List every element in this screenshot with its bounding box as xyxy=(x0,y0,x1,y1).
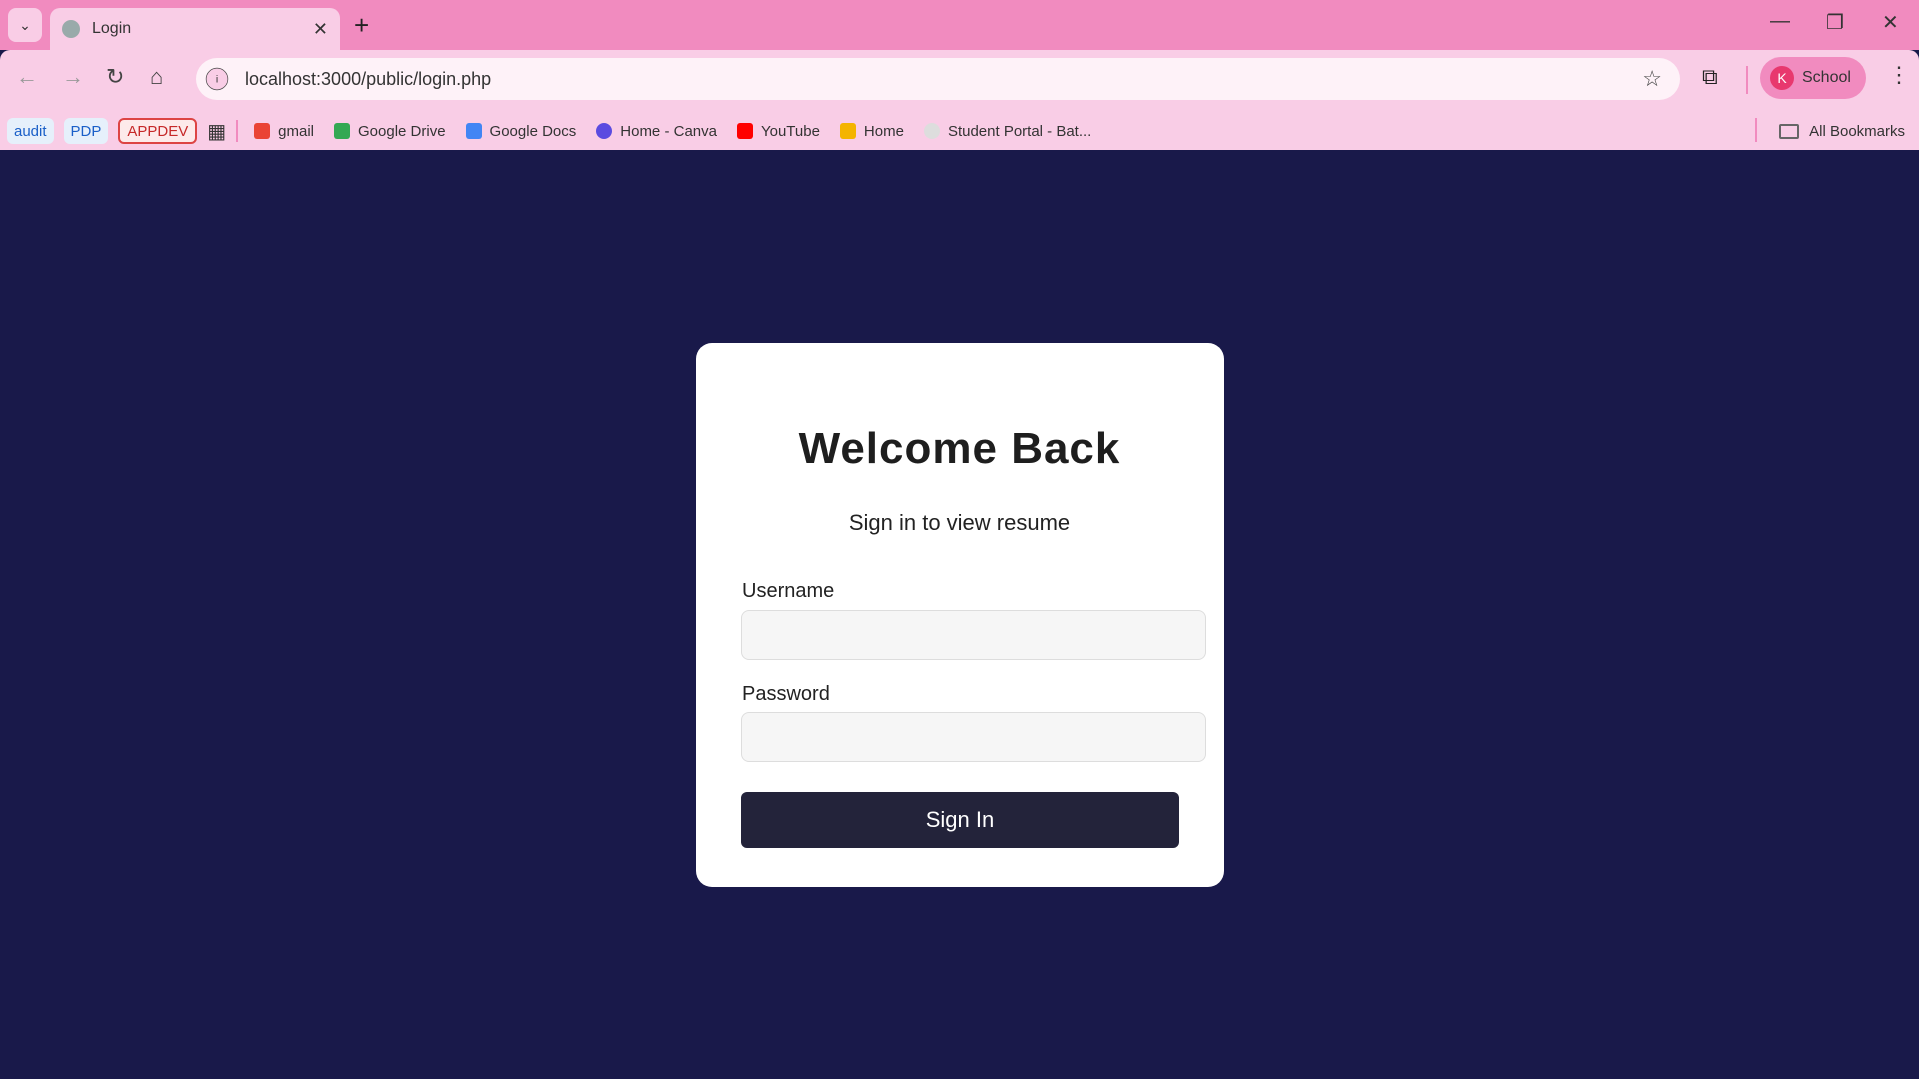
all-bookmarks-button[interactable]: All Bookmarks xyxy=(1779,112,1905,150)
profile-name: School xyxy=(1802,69,1851,86)
url-text[interactable]: localhost:3000/public/login.php xyxy=(245,69,491,90)
school-seal-icon xyxy=(923,123,940,139)
password-label: Password xyxy=(742,683,830,705)
apps-icon[interactable]: ▦ xyxy=(207,119,226,144)
address-bar[interactable]: i localhost:3000/public/login.php ☆ xyxy=(196,58,1680,100)
tab-search-button[interactable]: ⌄ xyxy=(8,8,42,42)
globe-icon xyxy=(62,20,80,38)
profile-button[interactable]: K School xyxy=(1760,57,1866,99)
bookmark-canva[interactable]: Home - Canva xyxy=(596,123,717,140)
divider xyxy=(1755,118,1757,142)
close-window-button[interactable]: ✕ xyxy=(1882,10,1899,35)
username-label: Username xyxy=(742,580,835,602)
canva-icon xyxy=(596,123,613,139)
bookmark-star-icon[interactable]: ☆ xyxy=(1642,66,1662,92)
divider xyxy=(236,120,239,142)
gmail-icon xyxy=(254,123,271,139)
divider xyxy=(1746,66,1748,94)
bookmark-audit[interactable]: audit xyxy=(7,118,54,144)
bookmark-appdev[interactable]: APPDEV xyxy=(118,118,198,144)
google-drive-icon xyxy=(334,123,350,139)
menu-icon[interactable]: ⋮ xyxy=(1888,62,1910,88)
tab-strip: ⌄ Login ✕ + — ❐ ✕ xyxy=(0,0,1919,50)
bookmark-label: Google Docs xyxy=(489,122,577,140)
password-input[interactable] xyxy=(741,712,1206,762)
back-button[interactable]: ← xyxy=(16,64,38,90)
tab-login[interactable]: Login ✕ xyxy=(50,8,340,50)
all-bookmarks-label: All Bookmarks xyxy=(1809,122,1905,140)
forward-button[interactable]: → xyxy=(62,64,84,90)
extensions-icon[interactable]: ⧉ xyxy=(1702,64,1718,90)
bookmark-label: gmail xyxy=(278,122,314,140)
restore-button[interactable]: ❐ xyxy=(1826,10,1844,35)
bookmark-youtube[interactable]: YouTube xyxy=(736,122,820,140)
home-button[interactable]: ⌂ xyxy=(150,64,163,90)
new-tab-button[interactable]: + xyxy=(354,10,369,41)
browser-toolbar: ← → ↻ ⌂ i localhost:3000/public/login.ph… xyxy=(0,50,1919,112)
bookmark-student-portal[interactable]: Student Portal - Bat... xyxy=(923,122,1092,140)
classroom-icon xyxy=(839,123,856,139)
bookmark-label: YouTube xyxy=(760,122,820,140)
bookmark-gmail[interactable]: gmail xyxy=(254,123,314,140)
bookmarks-bar: audit PDP APPDEV ▦ gmail Google Drive Go… xyxy=(0,112,1919,150)
bookmark-label: Student Portal - Bat... xyxy=(947,122,1092,140)
username-input[interactable] xyxy=(741,610,1206,660)
chevron-down-icon: ⌄ xyxy=(19,16,31,33)
avatar: K xyxy=(1770,66,1794,90)
sign-in-button[interactable]: Sign In xyxy=(741,792,1179,848)
close-tab-icon[interactable]: ✕ xyxy=(313,19,328,40)
tab-title: Login xyxy=(92,20,132,37)
youtube-icon xyxy=(736,123,753,139)
google-docs-icon xyxy=(465,123,482,139)
bookmark-pdp[interactable]: PDP xyxy=(63,118,109,144)
bookmark-label: Google Drive xyxy=(358,122,446,140)
bookmark-home[interactable]: Home xyxy=(839,122,904,140)
bookmark-google-drive[interactable]: Google Drive xyxy=(334,123,446,140)
bookmark-label: Home xyxy=(863,122,904,140)
bookmark-label: Home - Canva xyxy=(620,122,717,140)
folder-icon xyxy=(1779,123,1800,139)
bookmark-google-docs[interactable]: Google Docs xyxy=(465,122,577,140)
site-info-icon[interactable]: i xyxy=(205,67,229,91)
page-title: Welcome Back xyxy=(798,424,1121,473)
page-subtitle: Sign in to view resume xyxy=(848,510,1071,535)
minimize-button[interactable]: — xyxy=(1770,10,1790,33)
reload-button[interactable]: ↻ xyxy=(106,64,124,90)
